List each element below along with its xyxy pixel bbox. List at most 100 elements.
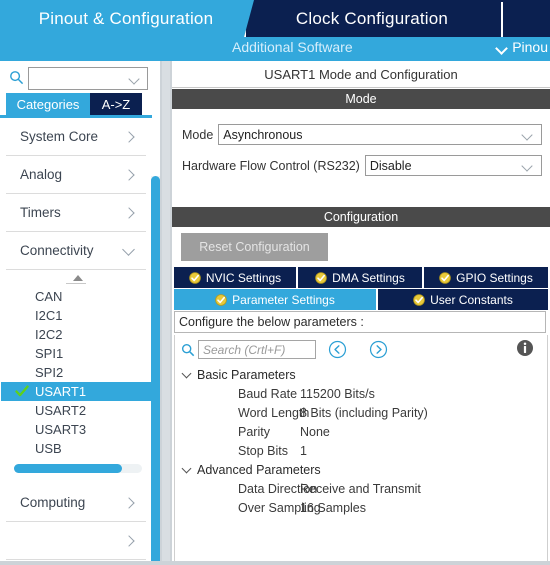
param-row-stop-bits[interactable]: Stop Bits 1 (175, 441, 547, 460)
mode-section-body: Mode Asynchronous Hardware Flow Control … (172, 109, 550, 199)
additional-software-label: Additional Software (232, 39, 353, 55)
search-icon (181, 343, 195, 357)
param-value: None (300, 424, 330, 439)
param-name: Data Direction (238, 481, 318, 496)
parameter-toolbar: Search (Crtl+F) (175, 335, 547, 365)
param-value: Receive and Transmit (300, 481, 421, 496)
chevron-down-icon (181, 463, 194, 476)
sidebar-item-label: Computing (20, 495, 86, 510)
sidebar-item-timers[interactable]: Timers (6, 194, 146, 232)
peripheral-label: CAN (35, 289, 63, 304)
tab-categories[interactable]: Categories (6, 93, 90, 115)
sidebar-item-connectivity[interactable]: Connectivity (6, 232, 146, 270)
mode-select-value: Asynchronous (223, 127, 303, 142)
configure-parameters-label: Configure the below parameters : (179, 315, 364, 329)
peripheral-label: SPI2 (35, 365, 64, 380)
peripheral-label: USART3 (35, 422, 87, 437)
configuration-section-header: Configuration (172, 207, 550, 227)
param-group-advanced[interactable]: Advanced Parameters (175, 460, 547, 479)
pinout-view-dropdown[interactable]: Pinou (496, 39, 548, 55)
config-tab-row-2: Parameter Settings User Constants (174, 289, 548, 310)
tab-user-constants[interactable]: User Constants (378, 289, 548, 310)
additional-software-button[interactable]: Additional Software (232, 39, 353, 55)
param-value: 8 Bits (including Parity) (300, 405, 428, 420)
chevron-right-icon (122, 206, 136, 220)
list-item-spi2[interactable]: SPI2 (0, 363, 152, 382)
param-row-over-sampling[interactable]: Over Sampling 16 Samples (175, 498, 547, 517)
tab-nvic-settings[interactable]: NVIC Settings (174, 267, 296, 288)
hw-flow-control-value: Disable (369, 158, 412, 173)
parameter-search-input[interactable]: Search (Crtl+F) (198, 340, 316, 359)
list-item-i2c2[interactable]: I2C2 (0, 325, 152, 344)
param-name: Baud Rate (238, 386, 298, 401)
tab-gpio-settings[interactable]: GPIO Settings (424, 267, 548, 288)
configuration-section-body: Reset Configuration NVIC Settings DMA Se… (172, 227, 550, 565)
param-name: Word Length (238, 405, 310, 420)
list-item-usart2[interactable]: USART2 (0, 401, 152, 420)
reset-configuration-button[interactable]: Reset Configuration (181, 233, 328, 261)
parameter-search-placeholder: Search (Crtl+F) (203, 342, 286, 357)
hw-flow-control-label: Hardware Flow Control (RS232) (182, 158, 360, 173)
page-title: USART1 Mode and Configuration (172, 61, 550, 88)
param-name: Stop Bits (238, 443, 289, 458)
tab-clock-configuration[interactable]: Clock Configuration (244, 0, 500, 37)
list-item-spi1[interactable]: SPI1 (0, 344, 152, 363)
peripheral-label: I2C2 (35, 327, 63, 342)
mode-select[interactable]: Asynchronous (218, 124, 542, 145)
list-item-can[interactable]: CAN (0, 287, 152, 306)
param-group-advanced-label: Advanced Parameters (197, 462, 321, 477)
peripheral-list: CAN I2C1 I2C2 SPI1 SPI2 USART1 USART2 US… (0, 287, 152, 458)
peripheral-label: SPI1 (35, 346, 64, 361)
param-row-data-direction[interactable]: Data Direction Receive and Transmit (175, 479, 547, 498)
search-icon (10, 71, 24, 85)
sidebar-scrollbar-thumb[interactable] (151, 176, 160, 565)
horizontal-scrollbar-thumb[interactable] (14, 464, 122, 473)
peripheral-label: I2C1 (35, 308, 63, 323)
search-input[interactable] (28, 67, 148, 90)
param-group-basic[interactable]: Basic Parameters (175, 365, 547, 384)
list-scroll-up-icon[interactable] (0, 272, 152, 286)
horizontal-scrollbar[interactable] (14, 464, 142, 473)
hw-flow-control-select[interactable]: Disable (364, 155, 542, 176)
sidebar-item-system-core[interactable]: System Core (6, 118, 146, 156)
check-circle-icon (413, 293, 425, 306)
sidebar-item-analog[interactable]: Analog (6, 156, 146, 194)
mode-field-label: Mode (182, 127, 214, 142)
chevron-down-icon (129, 75, 141, 83)
info-icon[interactable] (516, 339, 534, 357)
tab-parameter-settings[interactable]: Parameter Settings (174, 289, 376, 310)
peripheral-label: USART2 (35, 403, 87, 418)
circle-arrow-left-icon[interactable] (328, 340, 347, 359)
sidebar-item-label: Analog (20, 167, 63, 182)
check-icon (15, 385, 29, 397)
param-name: Over Sampling (238, 500, 321, 515)
tab-gpio-label: GPIO Settings (456, 270, 533, 285)
check-circle-icon (315, 271, 327, 284)
tab-a-to-z[interactable]: A->Z (90, 93, 142, 115)
tab-dma-settings[interactable]: DMA Settings (298, 267, 422, 288)
tab-categories-label: Categories (16, 96, 80, 112)
tab-pinout-label: Pinout & Configuration (38, 8, 214, 28)
list-item-i2c1[interactable]: I2C1 (0, 306, 152, 325)
list-item-usart1[interactable]: USART1 (1, 382, 151, 401)
parameter-settings-area: Search (Crtl+F) Basic Parameters Baud Ra… (174, 335, 548, 564)
panel-splitter[interactable] (160, 61, 172, 565)
sidebar-item-label: System Core (20, 129, 99, 144)
tab-a-to-z-label: A->Z (101, 96, 131, 112)
pinout-view-label: Pinou (512, 39, 548, 55)
list-item-usb[interactable]: USB (0, 439, 152, 458)
param-value: 115200 Bits/s (300, 386, 375, 401)
param-row-parity[interactable]: Parity None (175, 422, 547, 441)
list-item-usart3[interactable]: USART3 (0, 420, 152, 439)
tab-pinout-and-configuration[interactable]: Pinout & Configuration (0, 0, 252, 37)
param-row-baud-rate[interactable]: Baud Rate 115200 Bits/s (175, 384, 547, 403)
peripheral-sidebar: Categories A->Z System Core Analog Timer… (0, 61, 160, 565)
sidebar-item-label: Connectivity (20, 243, 94, 258)
reset-configuration-label: Reset Configuration (199, 240, 310, 254)
sidebar-item-partial[interactable] (6, 522, 146, 560)
param-row-word-length[interactable]: Word Length 8 Bits (including Parity) (175, 403, 547, 422)
chevron-right-icon (122, 168, 136, 182)
tab-clock-label: Clock Configuration (295, 8, 449, 28)
circle-arrow-right-icon[interactable] (369, 340, 388, 359)
sidebar-item-computing[interactable]: Computing (6, 484, 146, 522)
